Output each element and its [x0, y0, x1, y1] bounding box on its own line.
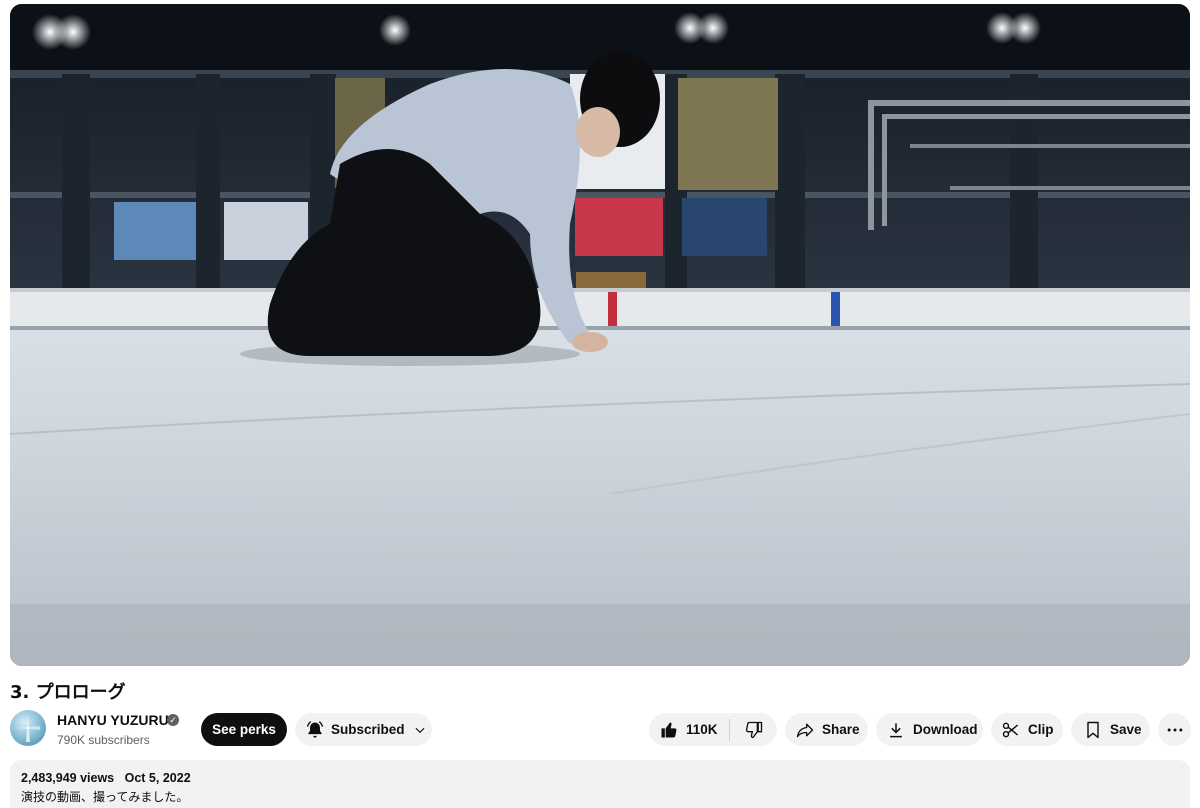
- avatar-image: [16, 714, 40, 742]
- download-icon: [890, 722, 902, 737]
- like-button[interactable]: 110K: [649, 713, 729, 746]
- like-dislike-group: 110K: [649, 713, 777, 746]
- description-text: 演技の動画、撮ってみました。: [21, 790, 189, 804]
- share-button[interactable]: Share: [785, 713, 868, 746]
- download-button[interactable]: Download: [876, 713, 983, 746]
- like-count: 110K: [686, 722, 718, 737]
- save-label: Save: [1110, 722, 1142, 737]
- chevron-down-icon: [415, 727, 425, 733]
- thumbs-up-icon: [661, 721, 677, 738]
- thumbs-down-icon: [745, 721, 762, 738]
- description-meta: 2,483,949 views Oct 5, 2022: [21, 771, 1179, 785]
- channel-avatar[interactable]: [10, 710, 46, 746]
- description-box[interactable]: 2,483,949 views Oct 5, 2022 演技の動画、撮ってみまし…: [10, 760, 1190, 808]
- bookmark-icon: [1087, 721, 1099, 738]
- share-label: Share: [822, 722, 860, 737]
- video-frame-image: [10, 4, 1190, 666]
- dislike-button[interactable]: [730, 713, 777, 746]
- video-title: 3. プロローグ: [10, 682, 126, 703]
- more-vert-icon: [1167, 728, 1182, 731]
- subscriber-count: 790K subscribers: [57, 733, 150, 747]
- video-player[interactable]: [10, 4, 1190, 666]
- upload-date: Oct 5, 2022: [124, 771, 191, 785]
- clip-button[interactable]: Clip: [991, 713, 1063, 746]
- action-row: HANYU YUZURU ✓ 790K subscribers See perk…: [10, 710, 1191, 748]
- save-button[interactable]: Save: [1071, 713, 1150, 746]
- bell-icon: [306, 720, 324, 737]
- clip-label: Clip: [1028, 722, 1054, 737]
- more-actions-button[interactable]: [1158, 713, 1191, 746]
- download-label: Download: [913, 722, 978, 737]
- subscribed-button[interactable]: Subscribed: [295, 713, 432, 746]
- see-perks-button[interactable]: See perks: [201, 713, 287, 746]
- channel-name[interactable]: HANYU YUZURU: [57, 712, 169, 728]
- scissors-icon: [1002, 722, 1019, 737]
- view-count: 2,483,949 views: [21, 771, 115, 785]
- share-arrow-icon: [796, 723, 814, 737]
- verified-check-icon: ✓: [167, 714, 179, 726]
- subscribed-label: Subscribed: [331, 722, 405, 737]
